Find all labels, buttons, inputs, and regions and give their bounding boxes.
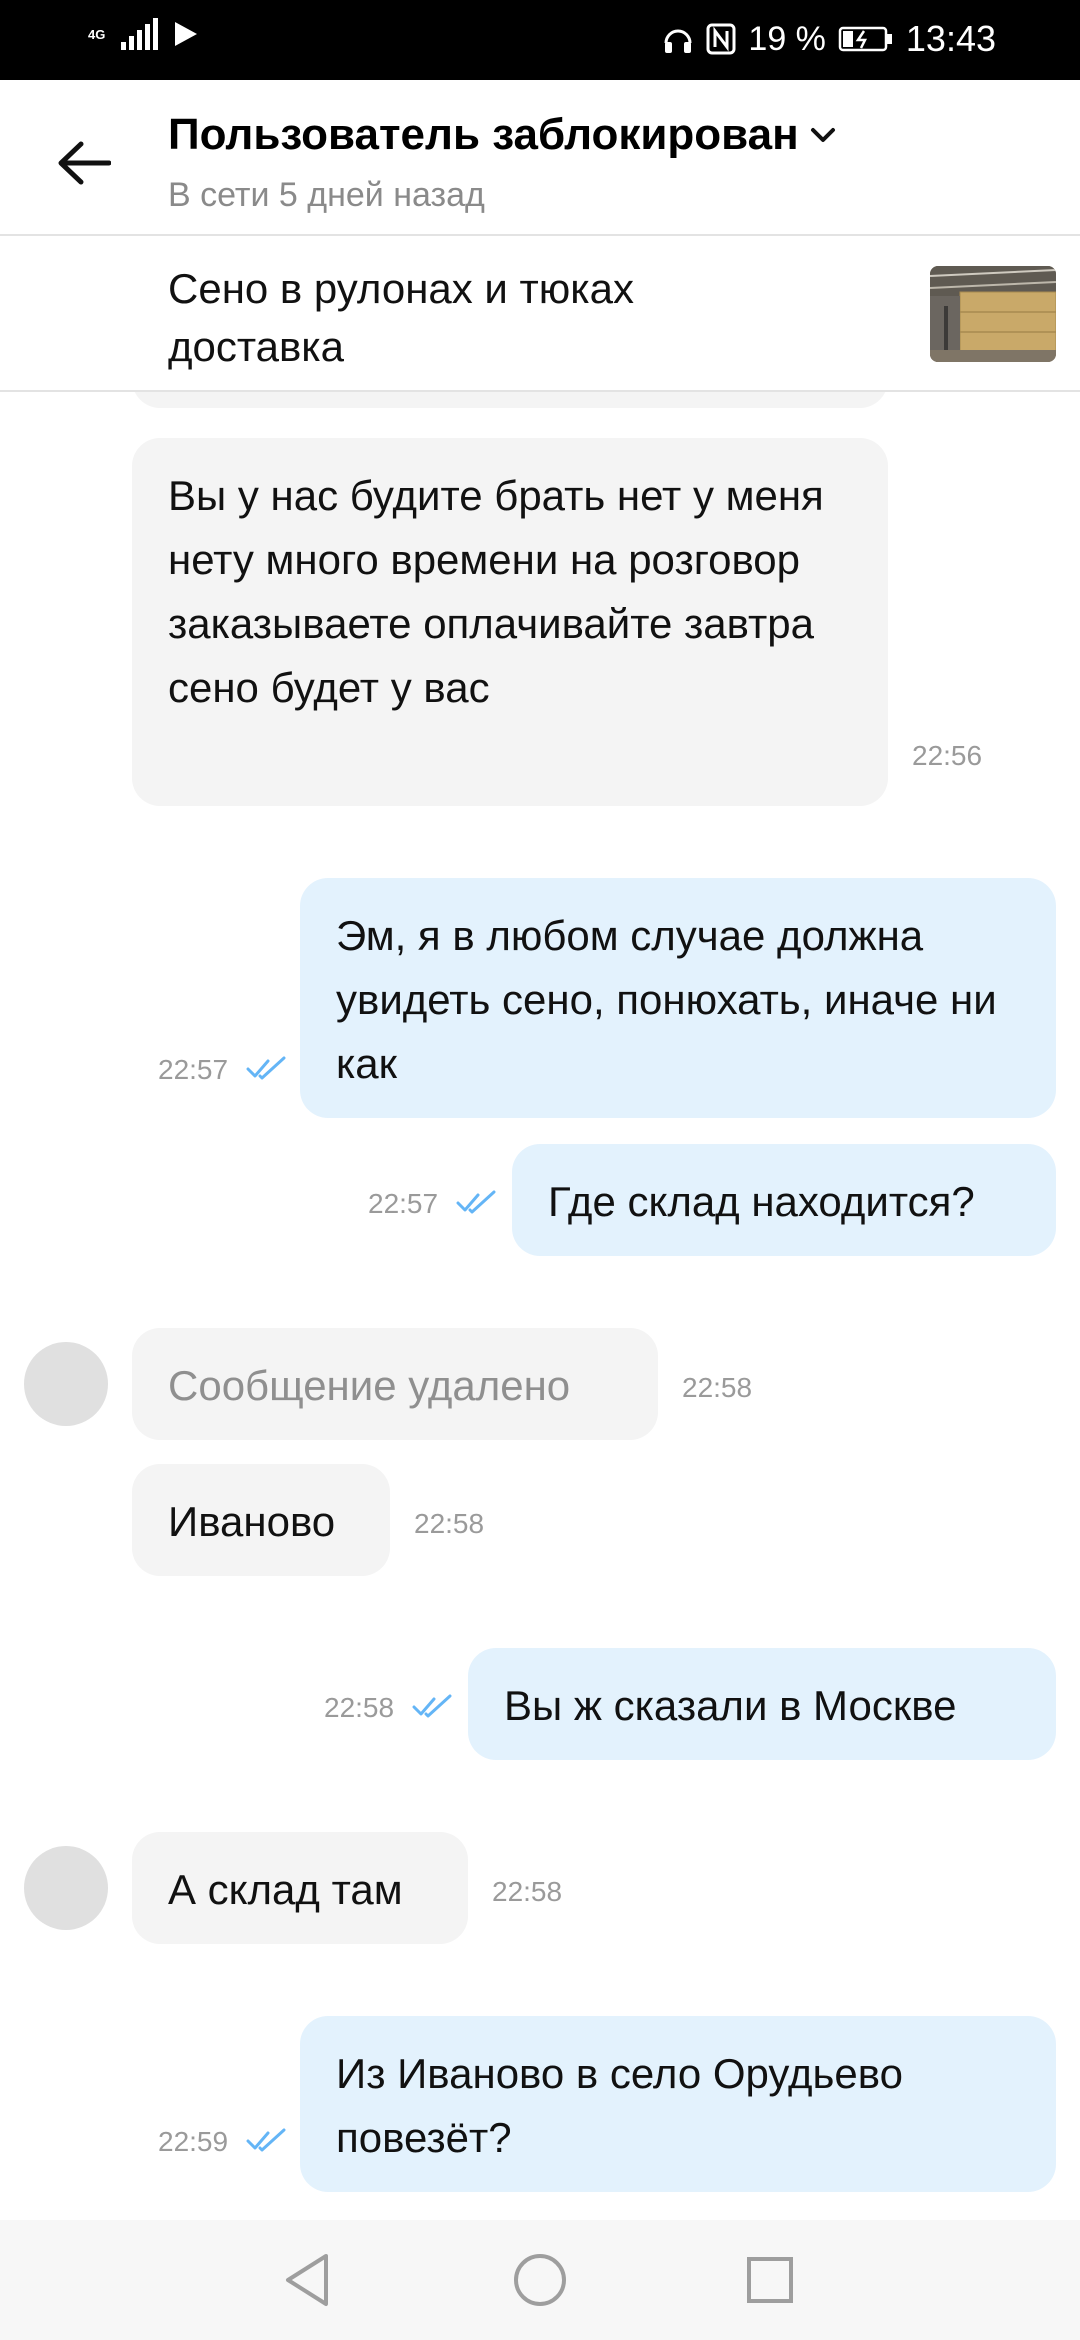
message-time: 22:59 xyxy=(158,2126,229,2157)
status-bar: 4G 19 % 13:43 xyxy=(0,0,1080,80)
contact-name: Пользователь заблокирован xyxy=(168,110,799,159)
headphones-icon xyxy=(664,29,692,53)
network-type: 4G xyxy=(88,26,106,42)
message-list[interactable]: Вы у нас будите брать нет у меня нету мн… xyxy=(0,392,1080,2220)
double-check-icon xyxy=(246,1056,286,1080)
message-text: Сообщение удалено xyxy=(168,1362,571,1409)
listing-banner[interactable]: Сено в рулонах и тюках доставка xyxy=(0,236,1080,392)
avatar[interactable] xyxy=(24,1342,108,1426)
back-button[interactable] xyxy=(44,128,124,198)
last-seen-status: В сети 5 дней назад xyxy=(168,176,485,214)
clock: 13:43 xyxy=(905,18,996,59)
hay-warehouse-image xyxy=(930,266,1056,362)
nfc-icon xyxy=(706,23,736,55)
play-icon xyxy=(175,22,198,46)
circle-home-icon xyxy=(514,2254,566,2306)
double-check-icon xyxy=(456,1190,496,1214)
message-bubble-outgoing[interactable]: Где склад находится? xyxy=(512,1144,1056,1256)
double-check-icon xyxy=(412,1694,452,1718)
message-bubble-outgoing[interactable]: Из Иваново в село Орудьево повезёт? xyxy=(300,2016,1056,2192)
nav-home-button[interactable] xyxy=(505,2250,575,2310)
signal-icon xyxy=(121,18,159,50)
message-text: Вы ж сказали в Москве xyxy=(504,1682,957,1729)
message-bubble-incoming[interactable]: А склад там xyxy=(132,1832,468,1944)
message-time: 22:58 xyxy=(492,1876,563,1907)
message-text: Из Иваново в село Орудьево повезёт? xyxy=(336,2050,903,2161)
message-bubble-outgoing[interactable]: Эм, я в любом случае должна увидеть сено… xyxy=(300,878,1056,1118)
message-bubble-incoming[interactable]: Иваново xyxy=(132,1464,390,1576)
message-bubble-incoming[interactable]: Сообщение удалено xyxy=(132,1328,658,1440)
message-time: 22:58 xyxy=(324,1692,395,1723)
message-bubble-partial[interactable] xyxy=(132,392,888,408)
nav-back-button[interactable] xyxy=(272,2250,342,2310)
message-text: Где склад находится? xyxy=(548,1178,975,1225)
contact-title-dropdown[interactable]: Пользователь заблокирован xyxy=(168,110,837,160)
chevron-down-icon xyxy=(810,128,835,142)
message-time: 22:58 xyxy=(682,1372,753,1403)
message-time: 22:57 xyxy=(158,1054,229,1085)
listing-thumbnail[interactable] xyxy=(930,266,1056,362)
message-text: Иваново xyxy=(168,1498,336,1545)
message-bubble-outgoing[interactable]: Вы ж сказали в Москве xyxy=(468,1648,1056,1760)
arrow-left-icon xyxy=(58,141,111,185)
double-check-icon xyxy=(246,2128,286,2152)
message-text: А склад там xyxy=(168,1866,403,1913)
nav-recent-button[interactable] xyxy=(735,2250,805,2310)
avatar[interactable] xyxy=(24,1846,108,1930)
chat-header: Пользователь заблокирован В сети 5 дней … xyxy=(0,80,1080,236)
message-time: 22:57 xyxy=(368,1188,439,1219)
listing-title: Сено в рулонах и тюках доставка xyxy=(168,265,634,370)
triangle-back-icon xyxy=(286,2254,328,2306)
message-time: 22:56 xyxy=(912,740,983,771)
battery-percent: 19 % xyxy=(748,19,826,58)
system-navigation-bar xyxy=(0,2220,1080,2340)
square-recent-icon xyxy=(747,2257,793,2303)
message-time: 22:58 xyxy=(414,1508,485,1539)
message-text: Вы у нас будите брать нет у меня нету мн… xyxy=(168,472,824,711)
battery-icon xyxy=(838,26,892,52)
message-bubble-incoming[interactable]: Вы у нас будите брать нет у меня нету мн… xyxy=(132,438,888,806)
message-text: Эм, я в любом случае должна увидеть сено… xyxy=(336,912,997,1087)
